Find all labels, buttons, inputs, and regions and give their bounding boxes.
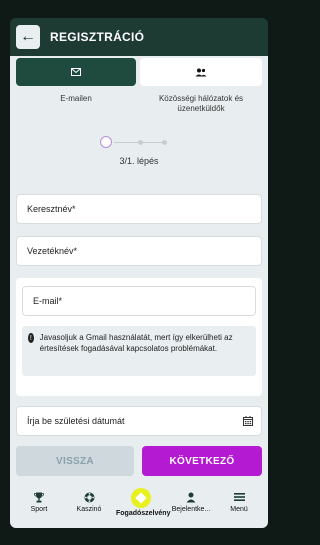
calendar-icon[interactable] <box>243 416 253 426</box>
nav-menu[interactable]: Menü <box>216 492 262 513</box>
nav-login-label: Bejelentke... <box>171 506 211 513</box>
back-button[interactable]: VISSZA <box>16 446 134 476</box>
tab-email[interactable] <box>16 58 136 86</box>
betslip-icon <box>131 488 151 508</box>
last-name-input[interactable] <box>25 245 229 257</box>
gmail-notice: ! Javasoljuk a Gmail használatát, mert í… <box>22 326 256 376</box>
chip-icon <box>66 492 112 504</box>
next-button[interactable]: KÖVETKEZŐ <box>142 446 262 476</box>
email-section: ! Javasoljuk a Gmail használatát, mert í… <box>16 278 262 396</box>
nav-login[interactable]: Bejelentke... <box>168 492 214 513</box>
registration-tabs <box>16 58 262 86</box>
last-name-field[interactable] <box>16 236 262 266</box>
bottom-navigation: Sport Kaszinó Fogadószelvény Bejelentke.… <box>10 488 268 528</box>
email-field[interactable] <box>22 286 256 316</box>
app-frame: ← REGISZTRÁCIÓ E-mailen Közösségi hálóza… <box>10 18 268 528</box>
nav-sport[interactable]: Sport <box>16 492 62 513</box>
menu-icon <box>216 492 262 504</box>
current-step-circle <box>100 136 112 148</box>
step-dot <box>162 140 167 145</box>
tab-email-label: E-mailen <box>60 94 92 103</box>
back-arrow-icon[interactable]: ← <box>16 25 40 49</box>
email-input[interactable] <box>31 295 235 307</box>
nav-casino-label: Kaszinó <box>76 506 102 513</box>
envelope-icon <box>71 68 81 76</box>
trophy-icon <box>16 492 62 504</box>
first-name-input[interactable] <box>25 203 229 215</box>
tab-social[interactable] <box>140 58 262 86</box>
birthdate-field[interactable] <box>16 406 262 436</box>
registration-content: E-mailen Közösségi hálózatok és üzenetkü… <box>10 56 268 488</box>
nav-betslip[interactable]: Fogadószelvény <box>116 488 171 517</box>
user-icon <box>168 492 214 504</box>
step-progress: 3/1. lépés <box>10 130 268 180</box>
nav-menu-label: Menü <box>230 506 248 513</box>
header-bar: ← REGISZTRÁCIÓ <box>10 18 268 56</box>
page-title: REGISZTRÁCIÓ <box>50 30 145 44</box>
nav-sport-label: Sport <box>30 506 48 513</box>
notice-text: Javasoljuk a Gmail használatát, mert így… <box>39 333 233 353</box>
nav-betslip-label: Fogadószelvény <box>116 510 171 517</box>
users-icon <box>195 68 207 76</box>
step-indicator: 3/1. lépés <box>119 156 159 166</box>
nav-casino[interactable]: Kaszinó <box>66 492 112 513</box>
birthdate-input[interactable] <box>25 415 229 427</box>
tab-social-label: Közösségi hálózatok és üzenetküldők <box>158 94 244 113</box>
first-name-field[interactable] <box>16 194 262 224</box>
exclamation-icon: ! <box>28 333 34 343</box>
step-dot <box>138 140 143 145</box>
